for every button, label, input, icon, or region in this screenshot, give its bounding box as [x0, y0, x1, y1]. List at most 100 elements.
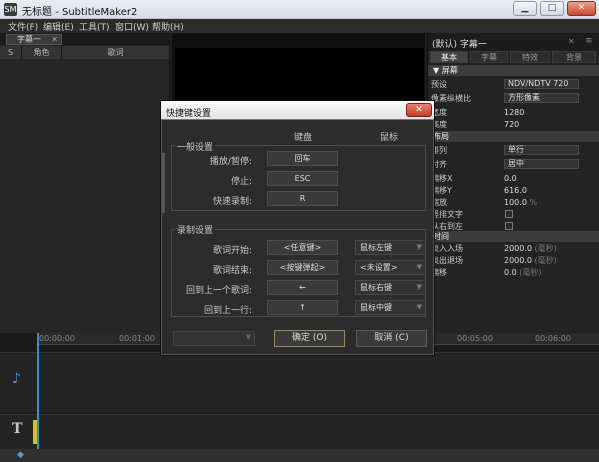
align-value: 单行 — [508, 145, 524, 154]
zoom-handle-icon[interactable]: ◆ — [17, 450, 24, 460]
dialog-scrollbar[interactable] — [162, 153, 165, 213]
shift-value: 0.0 (毫秒) — [504, 267, 542, 278]
menu-tools[interactable]: 工具(T) — [79, 20, 110, 33]
cancel-button[interactable]: 取消 (C) — [356, 330, 427, 347]
minimize-button[interactable]: ▁ — [513, 1, 537, 16]
row-aspect: 像素纵横比 方形像素 — [428, 93, 599, 104]
justify-select[interactable]: 居中 — [504, 159, 579, 169]
tab-subtitle-one[interactable]: 字幕一 ✕ — [6, 34, 62, 45]
subtitle-track[interactable]: T — [0, 414, 599, 449]
text-track-icon: T — [12, 421, 23, 437]
playhead[interactable] — [37, 333, 39, 458]
scale-number[interactable]: 100.0 — [504, 198, 527, 207]
row-offset-x: 偏移X 0.0 — [428, 173, 599, 184]
chevron-down-icon: ▼ — [245, 333, 251, 341]
tab-background[interactable]: 背景 — [552, 51, 596, 63]
dialog-title: 快捷键设置 — [166, 109, 212, 119]
vertical-checkbox[interactable] — [505, 210, 513, 218]
row-scale: 缩放 100.0 % — [428, 197, 599, 208]
prev-lyric-mouse-select[interactable]: 鼠标右键 ▼ — [355, 280, 426, 295]
chevron-down-icon: ▼ — [416, 303, 422, 311]
column-s[interactable]: S — [0, 46, 22, 59]
section-time[interactable]: 时间 — [428, 231, 599, 242]
lyric-start-label: 歌词开始: — [212, 246, 252, 256]
prev-line-mouse: 鼠标中键 — [360, 303, 392, 312]
menu-file[interactable]: 文件(F) — [8, 20, 38, 33]
justify-value: 居中 — [508, 159, 524, 168]
column-mouse: 鼠标 — [380, 133, 399, 143]
chevron-down-icon: ▼ — [416, 283, 422, 291]
menu-edit[interactable]: 编辑(E) — [43, 20, 74, 33]
app-icon: SM — [4, 3, 17, 16]
lyric-end-key[interactable]: <按键弹起> — [267, 260, 338, 275]
ruler-label: 00:05:00 — [457, 334, 493, 343]
general-group-title: 一般设置 — [175, 140, 216, 153]
row-vertical: 竖排文字 — [428, 209, 599, 220]
preset-select[interactable]: NDV/NDTV 720 — [504, 79, 579, 89]
maximize-button[interactable]: □ — [540, 1, 564, 16]
vertical-label: 竖排文字 — [431, 210, 463, 219]
panel-menu-icon[interactable]: ≡ — [585, 36, 593, 46]
row-align: 排列 单行 — [428, 145, 599, 156]
column-role[interactable]: 角色 — [22, 46, 62, 59]
preset-value: NDV/NDTV 720 — [508, 79, 569, 88]
width-value[interactable]: 1280 — [504, 107, 524, 118]
music-note-icon: ♪ — [12, 371, 21, 387]
stop-label: 停止: — [230, 177, 252, 187]
prev-line-mouse-select[interactable]: 鼠标中键 ▼ — [355, 300, 426, 315]
height-value[interactable]: 720 — [504, 119, 519, 130]
align-select[interactable]: 单行 — [504, 145, 579, 155]
menu-bar: 文件(F) 编辑(E) 工具(T) 窗口(W) 帮助(H) — [0, 19, 599, 33]
window-title: 无标题 - SubtitleMaker2 — [22, 7, 138, 18]
section-screen[interactable]: ▼ 屏幕 — [428, 65, 599, 76]
properties-tabs: 基本 字幕 特效 背景 — [428, 51, 599, 63]
panel-close-icon[interactable]: ✕ — [568, 37, 575, 46]
audio-track[interactable]: ♪ — [0, 352, 599, 412]
prev-line-key[interactable]: ↑ — [267, 300, 338, 315]
row-preset: 预设 NDV/NDTV 720 — [428, 79, 599, 90]
fade-out-value: 2000.0 (毫秒) — [504, 255, 557, 266]
record-group-title: 录制设置 — [175, 223, 216, 236]
lyric-end-mouse: <未设置> — [360, 263, 398, 272]
dialog-close-button[interactable]: ✕ — [406, 103, 432, 117]
fade-in-number[interactable]: 2000.0 — [504, 244, 532, 253]
column-lyrics[interactable]: 歌词 — [62, 46, 170, 59]
aspect-select[interactable]: 方形像素 — [504, 93, 579, 103]
tab-subtitle[interactable]: 字幕 — [470, 51, 508, 63]
play-pause-label: 播放/暂停: — [209, 157, 252, 167]
shift-number[interactable]: 0.0 — [504, 268, 517, 277]
preset-combo[interactable]: ▼ — [173, 331, 255, 346]
lyric-end-mouse-select[interactable]: <未设置> ▼ — [355, 260, 426, 275]
properties-panel: (默认) 字幕一 ✕ ≡ 基本 字幕 特效 背景 ▼ 屏幕 预设 NDV/NDT… — [427, 33, 599, 333]
quick-record-key[interactable]: R — [267, 191, 338, 206]
menu-help[interactable]: 帮助(H) — [152, 20, 184, 33]
offset-x-value[interactable]: 0.0 — [504, 173, 517, 184]
prev-lyric-label: 回到上一个歌词: — [185, 286, 252, 296]
prev-lyric-key[interactable]: ← — [267, 280, 338, 295]
tab-effects[interactable]: 特效 — [510, 51, 550, 63]
chevron-down-icon: ▼ — [416, 263, 422, 271]
section-layout[interactable]: 布局 — [428, 131, 599, 142]
lyric-start-mouse: 鼠标左键 — [360, 243, 392, 252]
stop-key[interactable]: ESC — [267, 171, 338, 186]
fade-out-number[interactable]: 2000.0 — [504, 256, 532, 265]
lyric-start-mouse-select[interactable]: 鼠标左键 ▼ — [355, 240, 426, 255]
close-icon[interactable]: ✕ — [51, 35, 58, 44]
shortcut-dialog: 快捷键设置 ✕ 键盘 鼠标 一般设置 播放/暂停: 回车 停止: ESC 快速录… — [160, 100, 435, 356]
timeline-scrollbar[interactable]: ◆ — [0, 449, 599, 462]
play-pause-key[interactable]: 回车 — [267, 151, 338, 166]
offset-y-value[interactable]: 616.0 — [504, 185, 527, 196]
close-button[interactable]: ✕ — [567, 1, 596, 16]
lyric-start-key[interactable]: <任意键> — [267, 240, 338, 255]
menu-window[interactable]: 窗口(W) — [115, 20, 149, 33]
subtitle-panel: 字幕一 ✕ S 角色 歌词 — [0, 33, 170, 333]
tab-basic[interactable]: 基本 — [430, 51, 468, 63]
fade-out-unit: (毫秒) — [534, 256, 557, 265]
row-justify: 对齐 居中 — [428, 159, 599, 170]
rtl-checkbox[interactable] — [505, 222, 513, 230]
row-shift: 偏移 0.0 (毫秒) — [428, 267, 599, 278]
subtitle-tab-strip: 字幕一 ✕ — [0, 33, 170, 45]
ok-button[interactable]: 确定 (O) — [274, 330, 345, 347]
video-frame — [175, 48, 424, 108]
row-width: 宽度 1280 — [428, 107, 599, 118]
